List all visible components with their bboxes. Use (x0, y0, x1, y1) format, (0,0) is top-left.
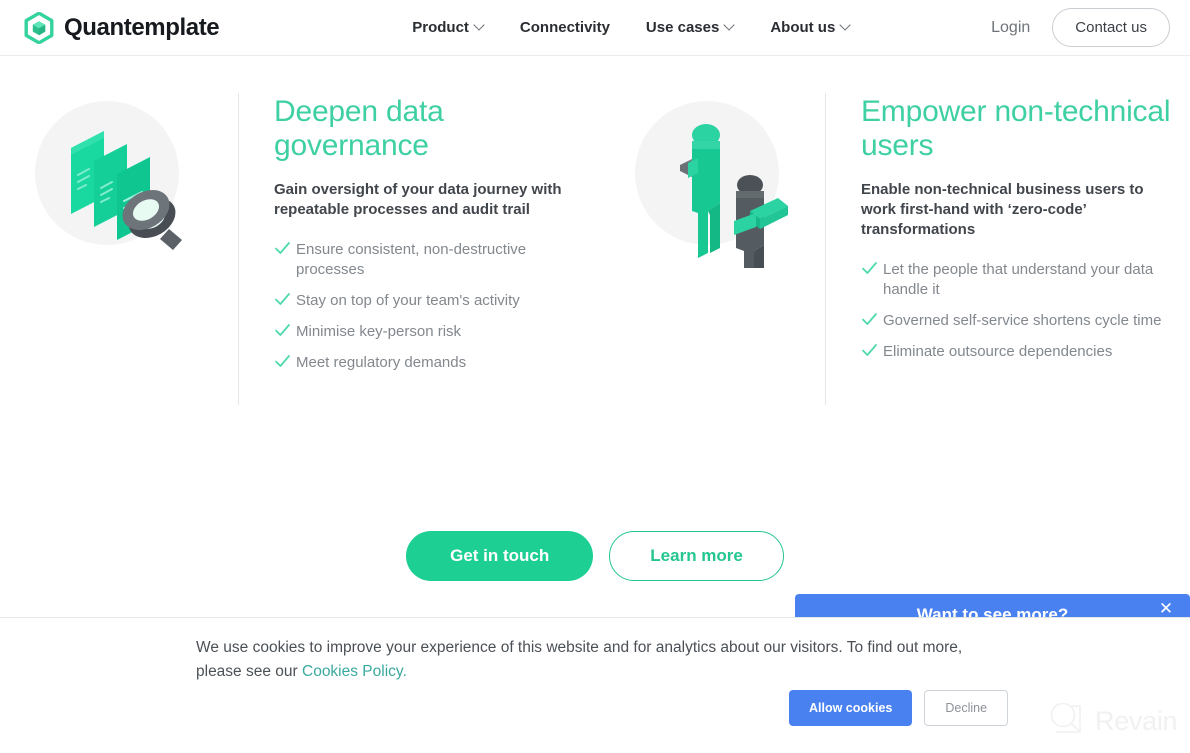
decline-cookies-button[interactable]: Decline (924, 690, 1009, 726)
documents-magnifier-icon (71, 131, 182, 250)
feature-benefit-list: Ensure consistent, non-destructive proce… (274, 240, 579, 373)
feature-card-governance: Deepen data governance Gain oversight of… (30, 93, 579, 405)
feature-title: Empower non-technical users (861, 95, 1171, 162)
learn-more-button[interactable]: Learn more (609, 531, 784, 581)
cta-button-group: Get in touch Learn more (0, 531, 1190, 581)
hexagon-cube-logo-icon (24, 11, 64, 44)
feature-subtitle: Gain oversight of your data journey with… (274, 181, 562, 218)
page-root: Quantemplate Product Connectivity Use ca… (0, 0, 1190, 753)
nav-item-about-us[interactable]: About us (770, 19, 850, 36)
check-icon (861, 261, 883, 281)
nav-item-label: About us (770, 19, 836, 36)
close-icon[interactable]: ✕ (1156, 599, 1176, 619)
revain-watermark: Revain (1048, 700, 1178, 743)
column-divider (238, 93, 239, 405)
allow-cookies-button[interactable]: Allow cookies (789, 690, 913, 726)
features-section: Deepen data governance Gain oversight of… (0, 56, 1190, 516)
nav-item-label: Connectivity (519, 19, 610, 36)
header-actions: Login Contact us (991, 8, 1170, 47)
chevron-down-icon (725, 21, 734, 30)
login-link[interactable]: Login (991, 19, 1030, 37)
feature-subtitle: Enable non-technical business users to w… (861, 181, 1144, 238)
list-item-label: Governed self-service shortens cycle tim… (883, 312, 1162, 329)
list-item: Meet regulatory demands (274, 353, 579, 373)
brand-logo[interactable]: Quantemplate (24, 11, 220, 44)
chevron-down-icon (841, 21, 850, 30)
nav-item-label: Use cases (645, 19, 720, 36)
nav-item-connectivity[interactable]: Connectivity (520, 19, 610, 36)
feature-card-empower: Empower non-technical users Enable non-t… (630, 93, 1171, 405)
list-item-label: Let the people that understand your data… (883, 261, 1154, 298)
list-item: Minimise key-person risk (274, 322, 579, 342)
two-people-icon (680, 124, 788, 268)
revain-watermark-label: Revain (1095, 706, 1178, 736)
nav-item-product[interactable]: Product (412, 19, 484, 36)
nav-item-label: Product (412, 19, 469, 36)
check-icon (861, 343, 883, 363)
list-item: Stay on top of your team's activity (274, 291, 579, 311)
cookie-message: We use cookies to improve your experienc… (196, 636, 966, 684)
check-icon (274, 323, 296, 343)
list-item: Governed self-service shortens cycle tim… (861, 311, 1171, 331)
list-item: Ensure consistent, non-destructive proce… (274, 240, 579, 280)
nav-item-use-cases[interactable]: Use cases (646, 19, 734, 36)
check-icon (274, 354, 296, 374)
site-header: Quantemplate Product Connectivity Use ca… (0, 0, 1190, 56)
contact-us-button[interactable]: Contact us (1052, 8, 1170, 47)
main-nav: Product Connectivity Use cases About us (412, 19, 850, 36)
revain-magnifier-logo-icon (1048, 700, 1086, 743)
feature-body: Empower non-technical users Enable non-t… (861, 93, 1171, 405)
list-item-label: Eliminate outsource dependencies (883, 343, 1113, 360)
cookie-consent-bar: We use cookies to improve your experienc… (0, 617, 1190, 753)
get-in-touch-button[interactable]: Get in touch (406, 531, 594, 581)
list-item-label: Stay on top of your team's activity (296, 292, 520, 309)
list-item-label: Ensure consistent, non-destructive proce… (296, 241, 527, 278)
column-divider (825, 93, 826, 405)
chevron-down-icon (475, 21, 484, 30)
two-people-illustration (630, 93, 788, 268)
check-icon (274, 292, 296, 312)
list-item: Let the people that understand your data… (861, 260, 1171, 300)
list-item-label: Minimise key-person risk (296, 323, 462, 340)
feature-benefit-list: Let the people that understand your data… (861, 260, 1171, 362)
documents-magnifier-illustration (30, 93, 182, 250)
list-item-label: Meet regulatory demands (296, 354, 467, 371)
check-icon (861, 312, 883, 332)
check-icon (274, 241, 296, 261)
feature-title: Deepen data governance (274, 95, 444, 162)
cookies-policy-link[interactable]: Cookies Policy. (302, 663, 407, 680)
feature-body: Deepen data governance Gain oversight of… (274, 93, 579, 405)
cookie-actions: Allow cookies Decline (789, 690, 1009, 726)
list-item: Eliminate outsource dependencies (861, 342, 1171, 362)
brand-name: Quantemplate (64, 13, 220, 41)
